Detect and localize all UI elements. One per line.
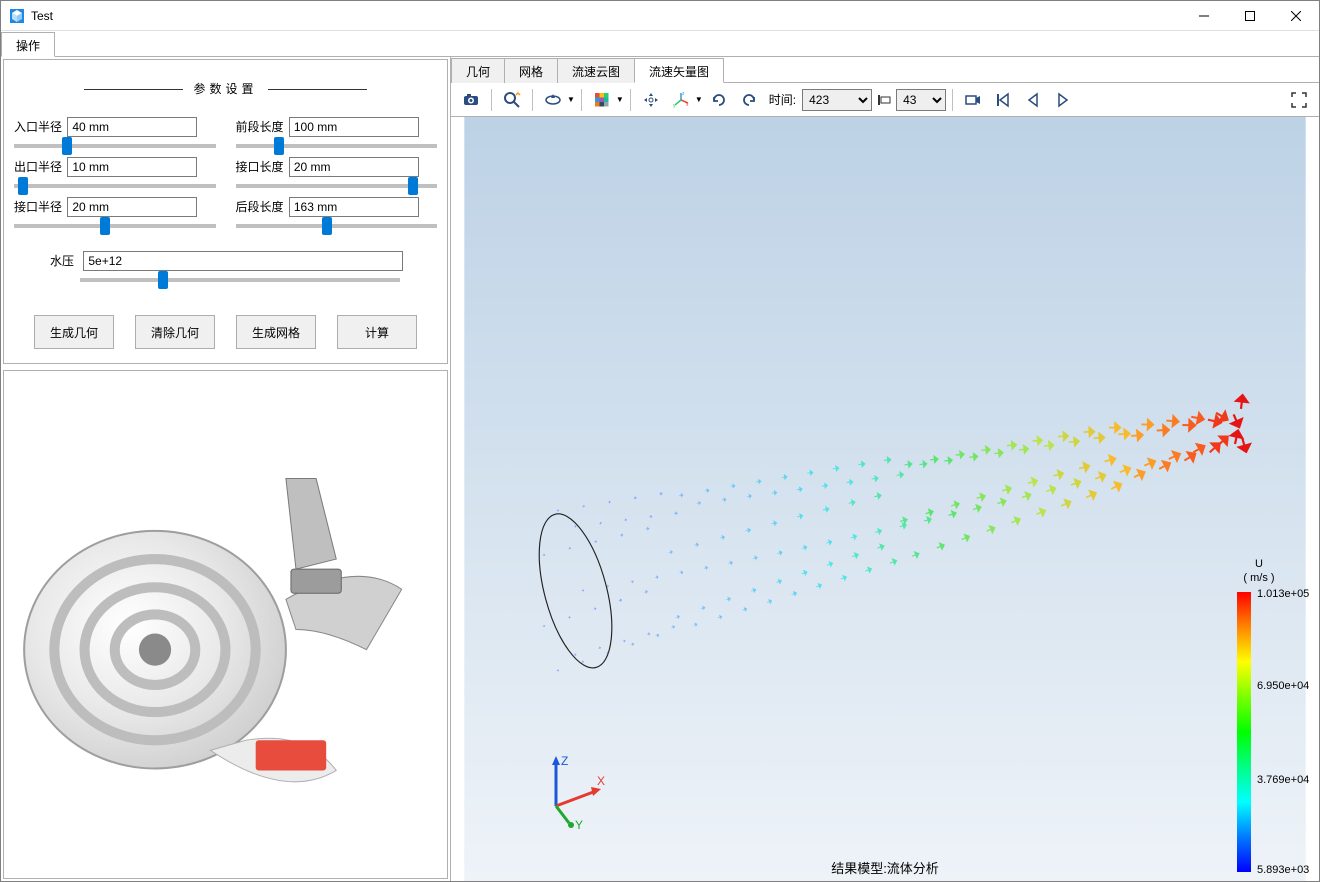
front-length-slider[interactable] [236, 144, 438, 148]
record-icon[interactable] [959, 86, 987, 114]
param-front-length: 前段长度 [236, 117, 438, 151]
minimize-button[interactable] [1181, 1, 1227, 31]
dropdown-icon-3[interactable]: ▼ [695, 95, 703, 104]
inlet-radius-slider[interactable] [14, 144, 216, 148]
body: 参数设置 入口半径 前段长度 出口半径 [1, 57, 1319, 881]
joint-radius-input[interactable] [67, 197, 197, 217]
generate-geometry-button[interactable]: 生成几何 [34, 315, 114, 349]
legend-tick-2: 6.950e+04 [1257, 680, 1309, 692]
rotate-ccw-icon[interactable] [705, 86, 733, 114]
svg-text:x: x [686, 102, 689, 108]
time-label: 时间: [765, 91, 800, 108]
fullscreen-icon[interactable] [1285, 86, 1313, 114]
inlet-radius-input[interactable] [67, 117, 197, 137]
svg-text:Z: Z [561, 754, 568, 768]
window: Test 操作 参数设置 入口半径 前段长度 [0, 0, 1320, 882]
svg-text:z: z [682, 91, 685, 97]
legend-tick-max: 1.013e+05 [1257, 588, 1309, 600]
zoom-icon[interactable] [498, 86, 526, 114]
pan-icon[interactable] [637, 86, 665, 114]
tab-mesh[interactable]: 网格 [504, 58, 558, 83]
time-select[interactable]: 423 [802, 89, 872, 111]
maximize-button[interactable] [1227, 1, 1273, 31]
result-tabbar: 几何 网格 流速云图 流速矢量图 [451, 57, 1319, 83]
close-button[interactable] [1273, 1, 1319, 31]
outlet-radius-label: 出口半径 [14, 158, 64, 175]
first-frame-icon[interactable] [989, 86, 1017, 114]
prev-frame-icon[interactable] [1019, 86, 1047, 114]
frame-select[interactable]: 43 [896, 89, 946, 111]
outlet-radius-input[interactable] [67, 157, 197, 177]
front-length-input[interactable] [289, 117, 419, 137]
generate-mesh-button[interactable]: 生成网格 [236, 315, 316, 349]
svg-text:Y: Y [575, 818, 583, 831]
rewind-to-start-icon[interactable] [874, 86, 894, 114]
result-model-label: 结果模型:流体分析 [831, 858, 939, 877]
param-rear-length: 后段长度 [236, 197, 438, 231]
legend-title: U ( m/s ) [1219, 557, 1299, 586]
play-icon[interactable] [1049, 86, 1077, 114]
axes-gizmo: Z X Y [531, 751, 611, 831]
pressure-label: 水压 [34, 252, 74, 269]
camera-icon[interactable] [457, 86, 485, 114]
dropdown-icon-2[interactable]: ▼ [616, 95, 624, 104]
select-icon[interactable] [539, 86, 567, 114]
param-joint-radius: 接口半径 [14, 197, 216, 231]
action-buttons: 生成几何 清除几何 生成网格 计算 [14, 291, 437, 363]
reference-image-panel [3, 370, 448, 879]
param-pressure: 水压 [14, 251, 437, 285]
hose-illustration [4, 371, 447, 878]
inlet-radius-label: 入口半径 [14, 118, 64, 135]
compute-button[interactable]: 计算 [337, 315, 417, 349]
legend-tick-min: 5.893e+03 [1257, 864, 1309, 876]
joint-length-slider[interactable] [236, 184, 438, 188]
joint-radius-label: 接口半径 [14, 198, 64, 215]
rear-length-input[interactable] [289, 197, 419, 217]
color-cube-icon[interactable] [588, 86, 616, 114]
joint-radius-slider[interactable] [14, 224, 216, 228]
rear-length-label: 后段长度 [236, 198, 286, 215]
tab-velocity-vector[interactable]: 流速矢量图 [634, 58, 724, 83]
svg-text:X: X [597, 774, 605, 788]
dropdown-icon[interactable]: ▼ [567, 95, 575, 104]
axes-icon[interactable]: zxy [667, 86, 695, 114]
left-panel: 参数设置 入口半径 前段长度 出口半径 [1, 57, 451, 881]
window-title: Test [31, 9, 1181, 23]
rotate-cw-icon[interactable] [735, 86, 763, 114]
tab-geometry[interactable]: 几何 [451, 58, 505, 83]
param-joint-length: 接口长度 [236, 157, 438, 191]
viewport-toolbar: ▼ ▼ zxy ▼ 时间: 423 43 [451, 83, 1319, 117]
legend-colorbar [1237, 592, 1251, 872]
outlet-radius-slider[interactable] [14, 184, 216, 188]
clear-geometry-button[interactable]: 清除几何 [135, 315, 215, 349]
tab-operation[interactable]: 操作 [1, 32, 55, 57]
color-legend: U ( m/s ) 1.013e+05 6.950e+04 3.769e+04 … [1219, 557, 1299, 872]
rear-length-slider[interactable] [236, 224, 438, 228]
joint-length-label: 接口长度 [236, 158, 286, 175]
parameters-section: 参数设置 入口半径 前段长度 出口半径 [3, 59, 448, 364]
front-length-label: 前段长度 [236, 118, 286, 135]
tab-velocity-contour[interactable]: 流速云图 [557, 58, 635, 83]
pressure-slider[interactable] [80, 278, 400, 282]
pressure-input[interactable] [83, 251, 403, 271]
joint-length-input[interactable] [289, 157, 419, 177]
app-icon [9, 8, 25, 24]
titlebar: Test [1, 1, 1319, 31]
param-inlet-radius: 入口半径 [14, 117, 216, 151]
legend-tick-3: 3.769e+04 [1257, 774, 1309, 786]
right-panel: 几何 网格 流速云图 流速矢量图 ▼ ▼ zxy ▼ [451, 57, 1319, 881]
viewport[interactable]: Z X Y U ( m/s ) [451, 117, 1319, 881]
parameters-title: 参数设置 [14, 80, 437, 97]
main-tabbar: 操作 [1, 31, 1319, 57]
param-outlet-radius: 出口半径 [14, 157, 216, 191]
